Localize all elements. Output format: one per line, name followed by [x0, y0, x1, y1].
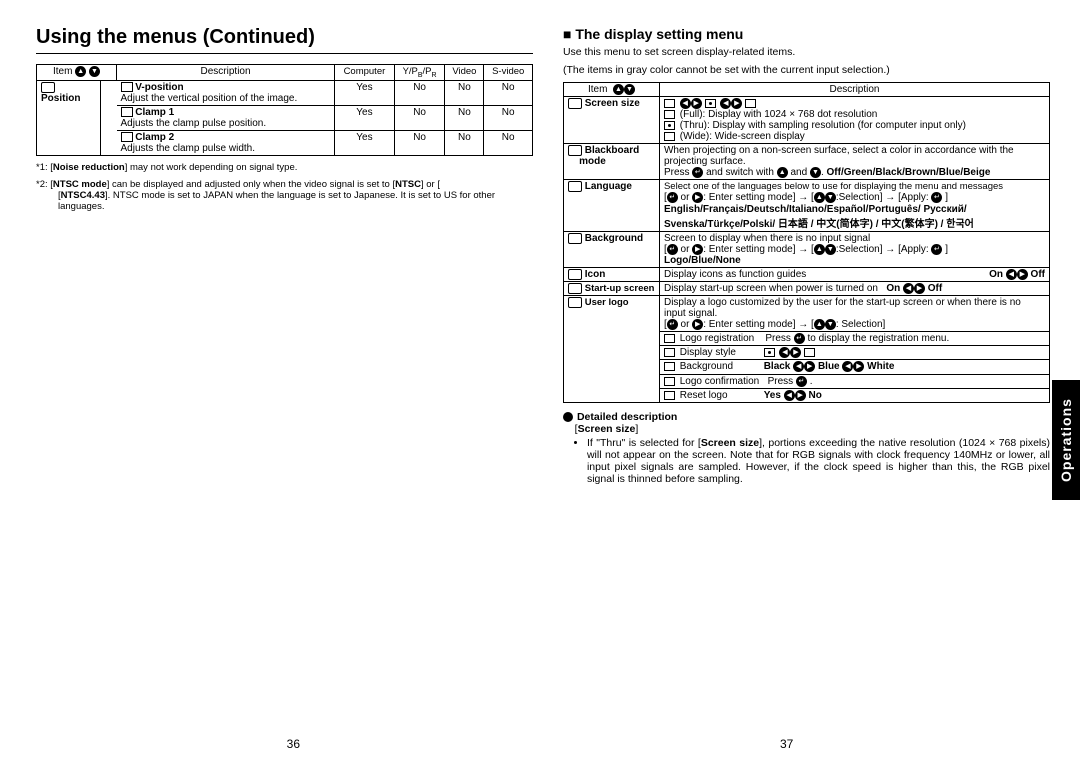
page-numbers: 36 37 — [0, 737, 1080, 751]
wide-icon — [745, 99, 756, 108]
right-icon — [692, 192, 703, 203]
up-icon — [777, 167, 788, 178]
thru-icon — [664, 121, 675, 130]
title-rule — [36, 53, 533, 54]
full-icon — [664, 110, 675, 119]
down-icon — [825, 244, 836, 255]
right-icon — [790, 347, 801, 358]
wide-icon — [664, 132, 675, 141]
footnote-1: *1: [Noise reduction] may not work depen… — [36, 162, 533, 173]
background-icon — [568, 233, 582, 244]
position-table: Item Description Computer Y/PB/PR Video … — [36, 64, 533, 156]
down-icon — [810, 167, 821, 178]
right-icon — [795, 390, 806, 401]
position-icon — [41, 82, 55, 93]
reset-logo-icon — [664, 391, 675, 400]
page-title: Using the menus (Continued) — [36, 26, 533, 49]
down-icon — [624, 84, 635, 95]
style-a-icon — [764, 348, 775, 357]
vpos-icon — [121, 82, 133, 92]
enter-icon — [931, 244, 942, 255]
enter-icon — [667, 244, 678, 255]
left-icon — [793, 361, 804, 372]
enter-icon — [667, 192, 678, 203]
intro-2: (The items in gray color cannot be set w… — [563, 64, 1050, 76]
full-icon — [664, 99, 675, 108]
left-icon — [680, 98, 691, 109]
down-icon — [825, 192, 836, 203]
bullet-icon — [563, 412, 573, 422]
left-icon — [1006, 269, 1017, 280]
right-icon — [914, 283, 925, 294]
display-style-icon — [664, 348, 675, 357]
style-b-icon — [804, 348, 815, 357]
intro-1: Use this menu to set screen display-rela… — [563, 46, 1050, 58]
language-icon — [568, 181, 582, 192]
up-icon — [814, 319, 825, 330]
right-icon — [691, 98, 702, 109]
up-icon — [75, 66, 86, 77]
side-tab-operations: Operations — [1052, 380, 1080, 500]
right-icon — [731, 98, 742, 109]
up-icon — [613, 84, 624, 95]
up-icon — [814, 244, 825, 255]
up-icon — [814, 192, 825, 203]
enter-icon — [794, 333, 805, 344]
right-icon — [853, 361, 864, 372]
logo-bg-icon — [664, 362, 675, 371]
left-icon — [784, 390, 795, 401]
screen-size-icon — [568, 98, 582, 109]
icon-icon — [568, 269, 582, 280]
clamp1-icon — [121, 107, 133, 117]
enter-icon — [692, 167, 703, 178]
logo-confirm-icon — [664, 377, 675, 386]
down-icon — [89, 66, 100, 77]
right-icon — [692, 319, 703, 330]
detailed-description: Detailed description [Screen size] If "T… — [563, 411, 1050, 485]
thru-icon — [705, 99, 716, 108]
display-setting-table: Item Description Screen size (Full): Dis… — [563, 82, 1050, 403]
enter-icon — [796, 376, 807, 387]
left-icon — [720, 98, 731, 109]
logo-reg-icon — [664, 334, 675, 343]
enter-icon — [931, 192, 942, 203]
left-icon — [842, 361, 853, 372]
left-icon — [779, 347, 790, 358]
right-icon — [1017, 269, 1028, 280]
footnote-2: *2: [NTSC mode] can be displayed and adj… — [36, 179, 533, 212]
clamp2-icon — [121, 132, 133, 142]
left-icon — [903, 283, 914, 294]
blackboard-icon — [568, 145, 582, 156]
section-title: ■ The display setting menu — [563, 26, 1050, 42]
userlogo-icon — [568, 297, 582, 308]
right-icon — [804, 361, 815, 372]
enter-icon — [667, 319, 678, 330]
startup-icon — [568, 283, 582, 294]
down-icon — [825, 319, 836, 330]
right-icon — [692, 244, 703, 255]
